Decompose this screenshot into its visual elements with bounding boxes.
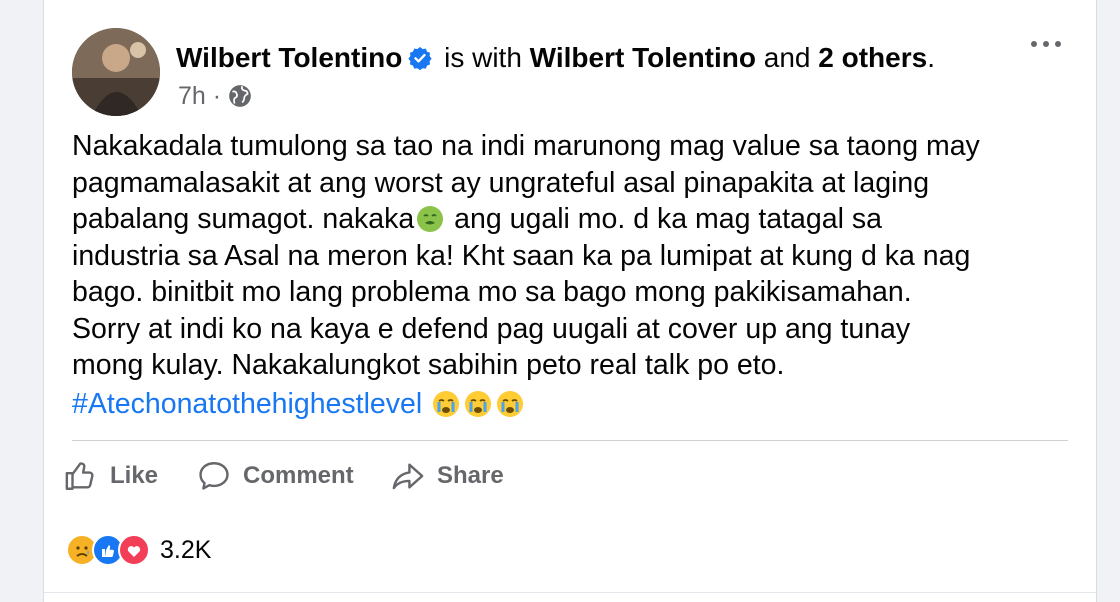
globe-icon	[227, 83, 253, 109]
hashtag-line: #Atechonatothehighestlevel	[72, 386, 526, 423]
more-options-icon[interactable]	[1026, 34, 1066, 54]
comment-label: Comment	[243, 462, 354, 489]
post-meta: 7h ·	[178, 81, 253, 111]
crying-face-emoji	[464, 390, 492, 418]
and-text: and	[763, 42, 811, 73]
verified-badge-icon	[408, 43, 432, 71]
share-icon	[392, 463, 424, 490]
reaction-count[interactable]: 3.2K	[160, 536, 211, 565]
tagged-person[interactable]: Wilbert Tolentino	[530, 42, 756, 73]
comment-icon	[199, 462, 229, 490]
author-name[interactable]: Wilbert Tolentino	[176, 42, 402, 73]
meta-separator: ·	[212, 82, 222, 110]
post-header: Wilbert Tolentino is with Wilbert Tolent…	[176, 40, 935, 76]
like-label: Like	[110, 462, 159, 489]
love-reaction-icon	[118, 534, 150, 566]
like-button[interactable]: Like	[64, 452, 158, 500]
crying-face-emoji	[432, 390, 460, 418]
divider	[72, 440, 1068, 441]
hashtag-link[interactable]: #Atechonatothehighestlevel	[72, 388, 422, 420]
post-body: Nakakadala tumulong sa tao na indi marun…	[72, 128, 1072, 384]
like-icon	[65, 462, 94, 490]
bottom-divider	[44, 592, 1096, 593]
post-time[interactable]: 7h	[178, 82, 206, 110]
share-button[interactable]: Share	[391, 452, 504, 500]
avatar[interactable]	[72, 28, 160, 116]
others-link[interactable]: 2 others	[818, 42, 927, 73]
crying-face-emoji	[496, 390, 524, 418]
nauseated-face-emoji	[416, 205, 444, 233]
with-text: is with	[444, 42, 522, 73]
reactions-summary[interactable]: 3.2K	[66, 532, 211, 568]
post-card: Wilbert Tolentino is with Wilbert Tolent…	[43, 0, 1097, 602]
share-label: Share	[437, 462, 504, 489]
comment-button[interactable]: Comment	[197, 452, 354, 500]
header-period: .	[927, 42, 935, 73]
